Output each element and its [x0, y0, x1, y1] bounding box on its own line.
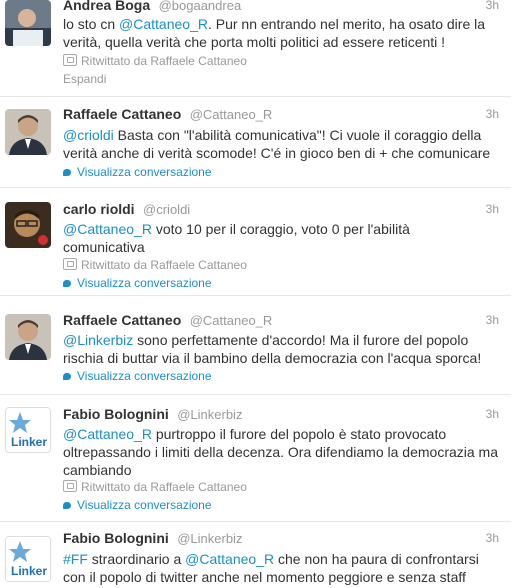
mention-link[interactable]: @Cattaneo_R: [63, 221, 152, 237]
linker-logo-text: Linker: [11, 435, 47, 449]
mention-link[interactable]: @Cattaneo_R: [185, 551, 274, 567]
tweet-timestamp[interactable]: 3h: [486, 407, 499, 421]
author-handle[interactable]: @Linkerbiz: [177, 531, 242, 546]
tweet-text: @Linkerbiz sono perfettamente d'accordo!…: [63, 331, 503, 367]
author-handle[interactable]: @bogaandrea: [159, 0, 242, 13]
retweet-label[interactable]: Ritwittato da Raffaele Cattaneo: [81, 54, 247, 68]
tweet-item[interactable]: Andrea Boga @bogaandrea 3h lo sto cn @Ca…: [0, 0, 511, 97]
author-name[interactable]: Fabio Bolognini: [63, 530, 169, 546]
tweet-text-part: cambiando: [63, 462, 132, 478]
tweet-item[interactable]: carlo rioldi @crioldi 3h @Cattaneo_R vot…: [0, 188, 511, 296]
tweet-text-part: lo sto cn: [63, 16, 120, 32]
view-conversation-label[interactable]: Visualizza conversazione: [77, 498, 212, 512]
tweet-timeline: Andrea Boga @bogaandrea 3h lo sto cn @Ca…: [0, 0, 520, 588]
conversation-icon: [63, 280, 71, 287]
tweet-text-part: che non ha paura di confrontarsi: [274, 551, 479, 567]
mention-link[interactable]: @Linkerbiz: [63, 332, 133, 348]
author-handle[interactable]: @Linkerbiz: [177, 407, 242, 422]
tweet-text-part: verità anche di verità scomode! C'é in g…: [63, 145, 491, 161]
retweet-icon: [63, 258, 77, 270]
tweet-timestamp[interactable]: 3h: [486, 531, 499, 545]
tweet-timestamp[interactable]: 3h: [486, 313, 499, 327]
author-name[interactable]: Raffaele Cattaneo: [63, 106, 181, 122]
tweet-text-part: sono perfettamente d'accordo! Ma il furo…: [133, 332, 469, 348]
retweet-label[interactable]: Ritwittato da Raffaele Cattaneo: [81, 258, 247, 272]
tweet-text: @Cattaneo_R voto 10 per il coraggio, vot…: [63, 220, 503, 256]
author-name[interactable]: Andrea Boga: [63, 0, 150, 13]
view-conversation-label[interactable]: Visualizza conversazione: [77, 165, 212, 179]
retweet-icon: [63, 480, 77, 492]
tweet-timestamp[interactable]: 3h: [486, 202, 499, 216]
tweet-text-part: con il popolo di twitter anche nel momen…: [63, 569, 466, 585]
author-handle[interactable]: @crioldi: [143, 202, 190, 217]
tweet-text: @Cattaneo_R purtroppo il furore del popo…: [63, 425, 503, 479]
tweet-text: lo sto cn @Cattaneo_R. Pur nn entrando n…: [63, 15, 503, 51]
retweet-label[interactable]: Ritwittato da Raffaele Cattaneo: [81, 480, 247, 494]
tweet-timestamp[interactable]: 3h: [486, 107, 499, 121]
author-handle[interactable]: @Cattaneo_R: [190, 313, 273, 328]
view-conversation-link[interactable]: Visualizza conversazione: [63, 369, 212, 383]
avatar[interactable]: Linker: [5, 536, 51, 582]
tweet-text: @crioldi Basta con "l'abilità comunicati…: [63, 126, 503, 162]
retweet-indicator: Ritwittato da Raffaele Cattaneo: [63, 480, 247, 494]
tweet-text-part: purtroppo il furore del popolo è stato p…: [151, 426, 447, 442]
avatar[interactable]: Linker: [5, 407, 51, 453]
avatar[interactable]: [5, 314, 51, 360]
view-conversation-link[interactable]: Visualizza conversazione: [63, 276, 212, 290]
linker-logo-text: Linker: [11, 564, 47, 578]
tweet-text-part: Basta con "l'abilità comunicativa"! Ci v…: [113, 127, 482, 143]
view-conversation-link[interactable]: Visualizza conversazione: [63, 498, 212, 512]
conversation-icon: [63, 169, 71, 176]
author-name[interactable]: carlo rioldi: [63, 201, 135, 217]
conversation-icon: [63, 502, 71, 509]
expand-link[interactable]: Espandi: [63, 72, 106, 86]
view-conversation-link[interactable]: Visualizza conversazione: [63, 165, 212, 179]
tweet-text: #FF straordinario a @Cattaneo_R che non …: [63, 550, 503, 586]
tweet-text-part: voto 10 per il coraggio, voto 0 per l'ab…: [151, 221, 410, 237]
tweet-text-part: oltrepassando i limiti della decenza. Or…: [63, 444, 498, 460]
tweet-item[interactable]: Raffaele Cattaneo @Cattaneo_R 3h @criold…: [0, 97, 511, 188]
mention-link[interactable]: @Cattaneo_R: [63, 426, 152, 442]
tweet-timestamp[interactable]: 3h: [486, 0, 499, 12]
tweet-item[interactable]: Linker Fabio Bolognini @Linkerbiz 3h #FF…: [0, 522, 511, 588]
mention-link[interactable]: @crioldi: [63, 127, 114, 143]
view-conversation-label[interactable]: Visualizza conversazione: [77, 369, 212, 383]
conversation-icon: [63, 373, 71, 380]
avatar[interactable]: [5, 0, 51, 46]
avatar[interactable]: [5, 202, 51, 248]
author-name[interactable]: Raffaele Cattaneo: [63, 312, 181, 328]
tweet-text-part: rischia di buttar via il bambino della d…: [63, 350, 482, 366]
mention-link[interactable]: @Cattaneo_R: [119, 16, 208, 32]
avatar[interactable]: [5, 109, 51, 155]
retweet-icon: [63, 54, 77, 66]
author-handle[interactable]: @Cattaneo_R: [190, 107, 273, 122]
retweet-indicator: Ritwittato da Raffaele Cattaneo: [63, 54, 247, 68]
retweet-indicator: Ritwittato da Raffaele Cattaneo: [63, 258, 247, 272]
tweet-text-part: verità, quella verità che porta molti po…: [63, 34, 446, 50]
author-name[interactable]: Fabio Bolognini: [63, 406, 169, 422]
tweet-text-part: straordinario a: [87, 551, 186, 567]
tweet-text-part: . Pur nn entrando nel merito, ha osato d…: [207, 16, 486, 32]
view-conversation-label[interactable]: Visualizza conversazione: [77, 276, 212, 290]
hashtag-link[interactable]: #FF: [63, 551, 88, 567]
tweet-item[interactable]: Raffaele Cattaneo @Cattaneo_R 3h @Linker…: [0, 296, 511, 395]
tweet-text-part: comunicativa: [63, 239, 145, 255]
tweet-item[interactable]: Linker Fabio Bolognini @Linkerbiz 3h @Ca…: [0, 395, 511, 522]
